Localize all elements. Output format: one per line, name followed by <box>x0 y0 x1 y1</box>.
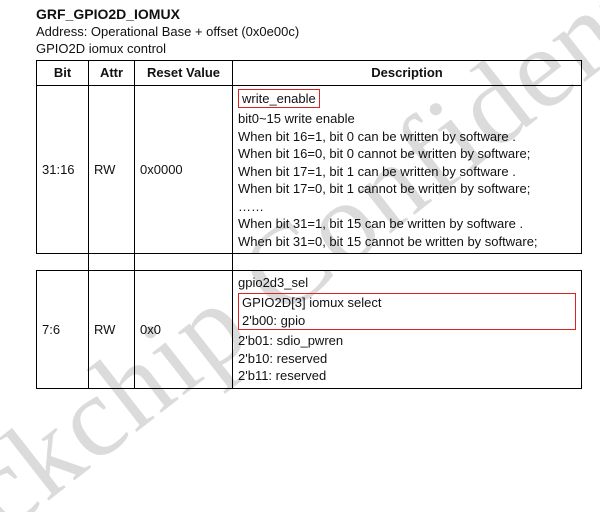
cell-attr: RW <box>89 271 135 388</box>
highlight-iomux-select: GPIO2D[3] iomux select 2'b00: gpio <box>238 293 576 330</box>
register-name: GRF_GPIO2D_IOMUX <box>36 6 582 22</box>
desc-line: When bit 17=1, bit 1 can be written by s… <box>238 164 516 179</box>
page-content: GRF_GPIO2D_IOMUX Address: Operational Ba… <box>0 0 600 389</box>
table-gap <box>37 254 582 271</box>
highlight-write-enable: write_enable <box>238 89 320 109</box>
table-row: 7:6 RW 0x0 gpio2d3_sel GPIO2D[3] iomux s… <box>37 271 582 388</box>
cell-reset: 0x0 <box>135 271 233 388</box>
register-table: Bit Attr Reset Value Description 31:16 R… <box>36 60 582 389</box>
desc-line: …… <box>238 199 264 214</box>
desc-line: When bit 31=1, bit 15 can be written by … <box>238 216 523 231</box>
desc-line: 2'b10: reserved <box>238 351 327 366</box>
register-summary: GPIO2D iomux control <box>36 41 582 56</box>
col-header-desc: Description <box>233 61 582 86</box>
col-header-reset: Reset Value <box>135 61 233 86</box>
cell-reset: 0x0000 <box>135 85 233 254</box>
desc-line: gpio2d3_sel <box>238 275 308 290</box>
cell-bit: 7:6 <box>37 271 89 388</box>
register-address: Address: Operational Base + offset (0x0e… <box>36 24 582 39</box>
desc-line: GPIO2D[3] iomux select <box>242 295 381 310</box>
cell-description: gpio2d3_sel GPIO2D[3] iomux select 2'b00… <box>233 271 582 388</box>
desc-line: When bit 17=0, bit 1 cannot be written b… <box>238 181 530 196</box>
cell-description: write_enable bit0~15 write enable When b… <box>233 85 582 254</box>
col-header-bit: Bit <box>37 61 89 86</box>
desc-line: 2'b01: sdio_pwren <box>238 333 343 348</box>
desc-line: 2'b11: reserved <box>238 368 326 383</box>
desc-line: bit0~15 write enable <box>238 111 355 126</box>
desc-line: 2'b00: gpio <box>242 313 305 328</box>
table-header-row: Bit Attr Reset Value Description <box>37 61 582 86</box>
desc-line: When bit 16=0, bit 0 cannot be written b… <box>238 146 530 161</box>
table-row: 31:16 RW 0x0000 write_enable bit0~15 wri… <box>37 85 582 254</box>
col-header-attr: Attr <box>89 61 135 86</box>
cell-bit: 31:16 <box>37 85 89 254</box>
desc-line: When bit 31=0, bit 15 cannot be written … <box>238 234 538 249</box>
desc-line: When bit 16=1, bit 0 can be written by s… <box>238 129 516 144</box>
cell-attr: RW <box>89 85 135 254</box>
